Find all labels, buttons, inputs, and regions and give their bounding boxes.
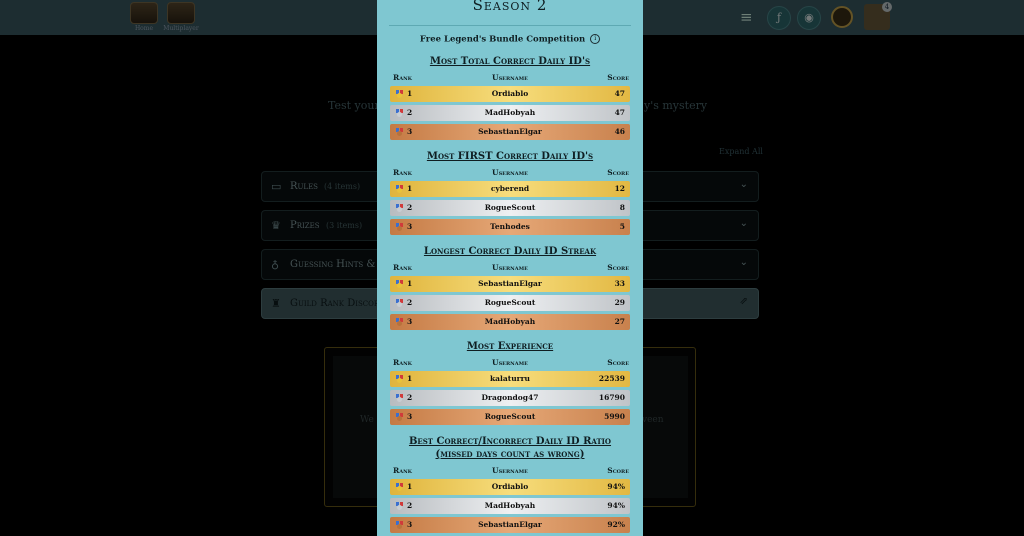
username-cell: kalaturru: [489, 374, 531, 383]
username-cell: Ordiablo: [491, 482, 529, 491]
username-cell: MadHobyah: [484, 501, 536, 510]
leaderboard-header: Rank Username Score: [390, 466, 630, 476]
season-title: Season 2: [472, 0, 548, 14]
leaderboard-row: 3 RogueScout 5990: [390, 409, 630, 425]
competition-title: Free Legend's Bundle Competition i: [377, 34, 643, 45]
username-cell: SebastianElgar: [478, 279, 542, 288]
score-cell: 5990: [604, 412, 625, 421]
leaderboard-row: 2 RogueScout 8: [390, 200, 630, 216]
score-cell: 47: [614, 89, 625, 98]
score-header: Score: [607, 358, 629, 367]
leaderboard-row: 3 SebastianElgar 92%: [390, 517, 630, 533]
leaderboard-row: 3 MadHobyah 27: [390, 314, 630, 330]
score-cell: 94%: [607, 482, 625, 491]
leaderboard-row: 2 RogueScout 29: [390, 295, 630, 311]
leaderboard-row: 1 kalaturru 22539: [390, 371, 630, 387]
username-cell: MadHobyah: [484, 108, 536, 117]
username-header: Username: [492, 263, 528, 272]
username-header: Username: [492, 168, 528, 177]
username-cell: RogueScout: [484, 298, 536, 307]
leaderboard-title: Best Correct/Incorrect Daily ID Ratio (m…: [408, 436, 612, 460]
username-header: Username: [492, 466, 528, 475]
leaderboard-row: 1 SebastianElgar 33: [390, 276, 630, 292]
leaderboard-header: Rank Username Score: [390, 358, 630, 368]
score-header: Score: [607, 168, 629, 177]
score-cell: 94%: [607, 501, 625, 510]
score-cell: 33: [614, 279, 625, 288]
username-cell: Ordiablo: [491, 89, 529, 98]
username-cell: cyberend: [490, 184, 530, 193]
username-cell: SebastianElgar: [478, 520, 542, 529]
score-header: Score: [607, 263, 629, 272]
score-cell: 29: [614, 298, 625, 307]
score-header: Score: [607, 73, 629, 82]
username-cell: SebastianElgar: [478, 127, 542, 136]
username-cell: Dragondog47: [481, 393, 539, 402]
score-header: Score: [607, 466, 629, 475]
leaderboard-title: Most FIRST Correct Daily ID's: [426, 151, 594, 162]
leaderboard-row: 1 cyberend 12: [390, 181, 630, 197]
leaderboard-header: Rank Username Score: [390, 168, 630, 178]
username-cell: MadHobyah: [484, 317, 536, 326]
leaderboard-row: 1 Ordiablo 47: [390, 86, 630, 102]
leaderboard-row: 3 SebastianElgar 46: [390, 124, 630, 140]
score-cell: 12: [614, 184, 625, 193]
score-cell: 46: [614, 127, 625, 136]
username-header: Username: [492, 358, 528, 367]
username-cell: RogueScout: [484, 412, 536, 421]
competition-label: Free Legend's Bundle Competition: [419, 34, 586, 45]
score-cell: 16790: [598, 393, 625, 402]
divider: [389, 25, 631, 26]
score-cell: 47: [614, 108, 625, 117]
leaderboard-row: 1 Ordiablo 94%: [390, 479, 630, 495]
username-header: Username: [492, 73, 528, 82]
leaderboard-row: 2 MadHobyah 47: [390, 105, 630, 121]
leaderboard-title: Most Total Correct Daily ID's: [429, 56, 591, 67]
leaderboard-row: 2 MadHobyah 94%: [390, 498, 630, 514]
leaderboard-row: 3 Tenhodes 5: [390, 219, 630, 235]
score-cell: 5: [619, 222, 625, 231]
score-cell: 8: [619, 203, 625, 212]
leaderboard-title: Most Experience: [466, 341, 554, 352]
score-cell: 22539: [598, 374, 625, 383]
leaderboard-row: 2 Dragondog47 16790: [390, 390, 630, 406]
leaderboard-header: Rank Username Score: [390, 263, 630, 273]
leaderboard-title: Longest Correct Daily ID Streak: [423, 246, 597, 257]
leaderboard-header: Rank Username Score: [390, 73, 630, 83]
score-cell: 27: [614, 317, 625, 326]
leaderboard-modal: Season 2 Free Legend's Bundle Competitio…: [377, 0, 643, 536]
info-icon[interactable]: i: [590, 34, 601, 44]
username-cell: RogueScout: [484, 203, 536, 212]
username-cell: Tenhodes: [490, 222, 530, 231]
score-cell: 92%: [607, 520, 625, 529]
